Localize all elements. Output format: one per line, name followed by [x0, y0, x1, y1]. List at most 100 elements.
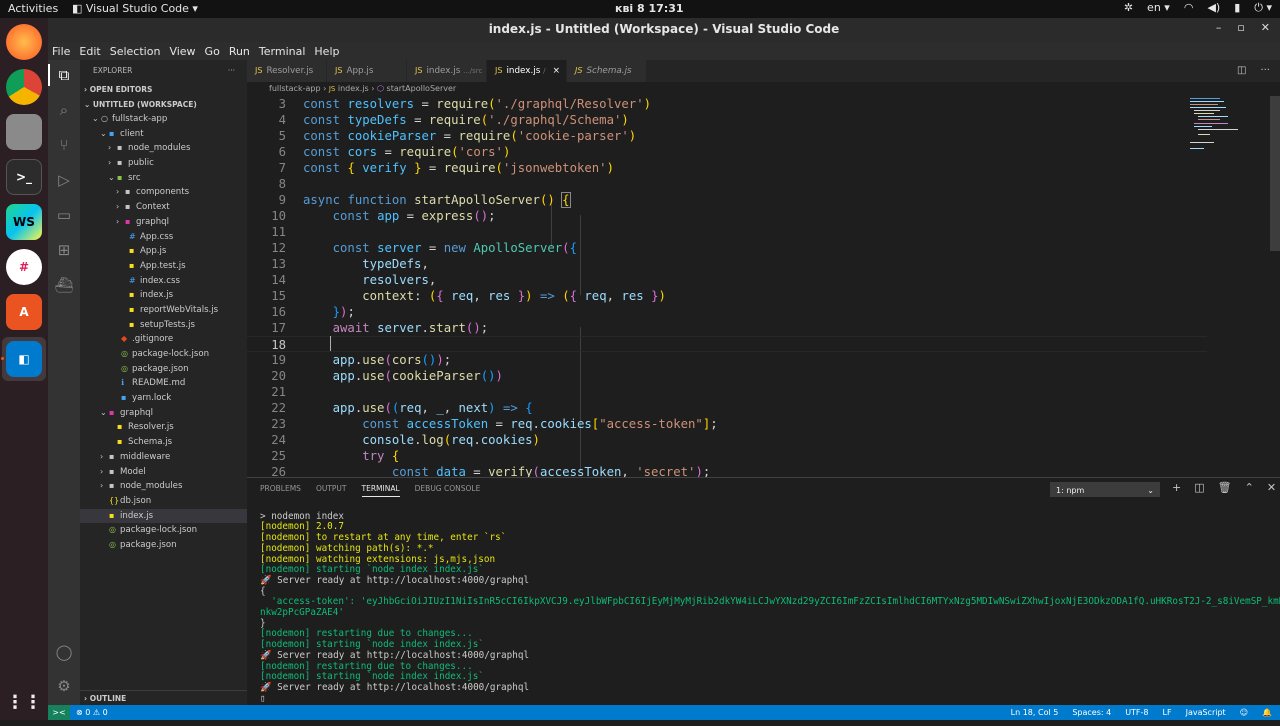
remote-explorer-icon[interactable]: ▭: [54, 205, 74, 225]
language-indicator[interactable]: en ▾: [1147, 1, 1170, 15]
breadcrumb-folder[interactable]: fullstack-app: [269, 84, 321, 93]
tree-item[interactable]: ▪ yarn.lock: [80, 391, 247, 406]
tree-item[interactable]: ▪ App.test.js: [80, 259, 247, 274]
tree-item[interactable]: ◎ package-lock.json: [80, 523, 247, 538]
remote-indicator[interactable]: ><: [48, 705, 70, 720]
activities-button[interactable]: Activities: [8, 2, 58, 15]
tab-resolver-js[interactable]: JS Resolver.js: [247, 60, 327, 82]
tree-item[interactable]: ⌄ ▪ client: [80, 127, 247, 142]
run-debug-icon[interactable]: ▷: [54, 170, 74, 190]
tree-item[interactable]: › ▪ Model: [80, 465, 247, 480]
volume-icon[interactable]: ◀): [1207, 1, 1220, 15]
settings-gear-icon[interactable]: ⚙: [54, 676, 74, 696]
terminal-output[interactable]: > nodemon index [nodemon] 2.0.7 [nodemon] …: [260, 501, 1280, 726]
problems-count[interactable]: ⊗ 0 ⚠ 0: [76, 705, 108, 720]
tree-item[interactable]: ▪ Resolver.js: [80, 420, 247, 435]
chrome-icon[interactable]: [6, 69, 42, 105]
encoding[interactable]: UTF-8: [1125, 705, 1148, 720]
power-icon[interactable]: ⏻ ▾: [1254, 1, 1272, 15]
firefox-icon[interactable]: [6, 24, 42, 60]
minimize-icon[interactable]: –: [1216, 21, 1222, 34]
tab-app-js[interactable]: JS App.js: [327, 60, 407, 82]
tree-item[interactable]: {}db.json: [80, 494, 247, 509]
tree-item[interactable]: ◎ package-lock.json: [80, 347, 247, 362]
tree-item[interactable]: › ▪ components: [80, 185, 247, 200]
close-icon[interactable]: ✕: [1261, 21, 1270, 34]
app-menu[interactable]: ◧ Visual Studio Code ▾: [72, 2, 198, 15]
menu-edit[interactable]: Edit: [79, 45, 100, 58]
slack-icon[interactable]: #: [6, 249, 42, 285]
menu-terminal[interactable]: Terminal: [259, 45, 306, 58]
menu-view[interactable]: View: [169, 45, 195, 58]
tree-item[interactable]: ▪ Schema.js: [80, 435, 247, 450]
feedback-icon[interactable]: ☺: [1240, 705, 1248, 720]
tree-item[interactable]: # App.css: [80, 230, 247, 245]
new-terminal-icon[interactable]: +: [1172, 481, 1181, 494]
end-of-line[interactable]: LF: [1163, 705, 1172, 720]
network-settings-icon[interactable]: ✲: [1124, 1, 1133, 15]
menu-selection[interactable]: Selection: [110, 45, 161, 58]
language-mode[interactable]: JavaScript: [1186, 705, 1226, 720]
tab-output[interactable]: OUTPUT: [316, 484, 347, 497]
breadcrumb-symbol[interactable]: startApolloServer: [387, 84, 457, 93]
split-terminal-icon[interactable]: ◫: [1194, 481, 1204, 494]
docker-icon[interactable]: ⛴: [54, 275, 74, 295]
close-panel-icon[interactable]: ✕: [1267, 481, 1276, 494]
more-actions-icon[interactable]: ···: [228, 60, 235, 82]
webstorm-icon[interactable]: WS: [6, 204, 42, 240]
show-applications-icon[interactable]: ⋮⋮: [6, 684, 42, 720]
tree-item[interactable]: ◆ .gitignore: [80, 332, 247, 347]
maximize-panel-icon[interactable]: ⌃: [1245, 481, 1254, 494]
menu-help[interactable]: Help: [314, 45, 339, 58]
tree-item[interactable]: ⌄ ○ fullstack-app: [80, 112, 247, 127]
tab-index-js-src[interactable]: JS index.js .../src: [407, 60, 487, 82]
menu-run[interactable]: Run: [229, 45, 250, 58]
tree-item[interactable]: # index.css: [80, 274, 247, 289]
tree-item[interactable]: › ▪ graphql: [80, 215, 247, 230]
breadcrumb-file[interactable]: index.js: [338, 84, 369, 93]
wifi-icon[interactable]: ◠: [1184, 1, 1194, 15]
battery-icon[interactable]: ▮: [1234, 1, 1240, 15]
tree-item[interactable]: ⌄ ▪ graphql: [80, 406, 247, 421]
menu-file[interactable]: File: [52, 45, 70, 58]
tree-item[interactable]: ▪ reportWebVitals.js: [80, 303, 247, 318]
tree-item[interactable]: ▪ index.js: [80, 288, 247, 303]
split-editor-icon[interactable]: ◫: [1237, 60, 1246, 82]
outline-section[interactable]: › OUTLINE: [80, 690, 247, 705]
tree-item[interactable]: › ▪ Context: [80, 200, 247, 215]
cursor-position[interactable]: Ln 18, Col 5: [1011, 705, 1059, 720]
terminal-select[interactable]: 1: npm ⌄: [1050, 482, 1160, 497]
tree-item[interactable]: › ▪ middleware: [80, 450, 247, 465]
indentation[interactable]: Spaces: 4: [1072, 705, 1111, 720]
tree-item[interactable]: › ▪ public: [80, 156, 247, 171]
minimap[interactable]: [1190, 96, 1268, 156]
editor-scrollbar[interactable]: [1270, 96, 1280, 251]
tab-problems[interactable]: PROBLEMS: [260, 484, 301, 497]
notifications-icon[interactable]: 🔔: [1262, 705, 1272, 720]
tree-item[interactable]: ℹ README.md: [80, 376, 247, 391]
tree-item[interactable]: ◎ package.json: [80, 538, 247, 553]
tree-item[interactable]: ▪ index.js: [80, 508, 247, 524]
tree-item[interactable]: ▪ App.js: [80, 244, 247, 259]
tree-item[interactable]: › ▪ node_modules: [80, 141, 247, 156]
tree-item[interactable]: ▪ setupTests.js: [80, 318, 247, 333]
tree-item[interactable]: › ▪ node_modules: [80, 479, 247, 494]
tab-debug-console[interactable]: DEBUG CONSOLE: [415, 484, 481, 497]
tab-terminal[interactable]: TERMINAL: [361, 484, 400, 497]
tree-item[interactable]: ⌄ ▪ src: [80, 171, 247, 186]
source-control-icon[interactable]: ⑂: [54, 135, 74, 155]
tab-schema-js[interactable]: JS Schema.js: [567, 60, 647, 82]
tree-item[interactable]: ◎ package.json: [80, 362, 247, 377]
files-icon[interactable]: [6, 114, 42, 150]
workspace-section[interactable]: ⌄ UNTITLED (WORKSPACE): [80, 97, 247, 112]
terminal-icon[interactable]: >_: [6, 159, 42, 195]
software-center-icon[interactable]: A: [6, 294, 42, 330]
maximize-icon[interactable]: ▫: [1237, 21, 1244, 34]
close-tab-icon[interactable]: ×: [553, 60, 560, 82]
more-actions-icon[interactable]: ···: [1260, 60, 1270, 82]
account-icon[interactable]: ◯: [54, 642, 74, 662]
code-editor[interactable]: 3 const resolvers = require('./graphql/Re…: [247, 96, 1280, 477]
open-editors-section[interactable]: › OPEN EDITORS: [80, 82, 247, 97]
tab-index-js-active[interactable]: JS index.js / ×: [487, 60, 567, 82]
menu-go[interactable]: Go: [205, 45, 220, 58]
